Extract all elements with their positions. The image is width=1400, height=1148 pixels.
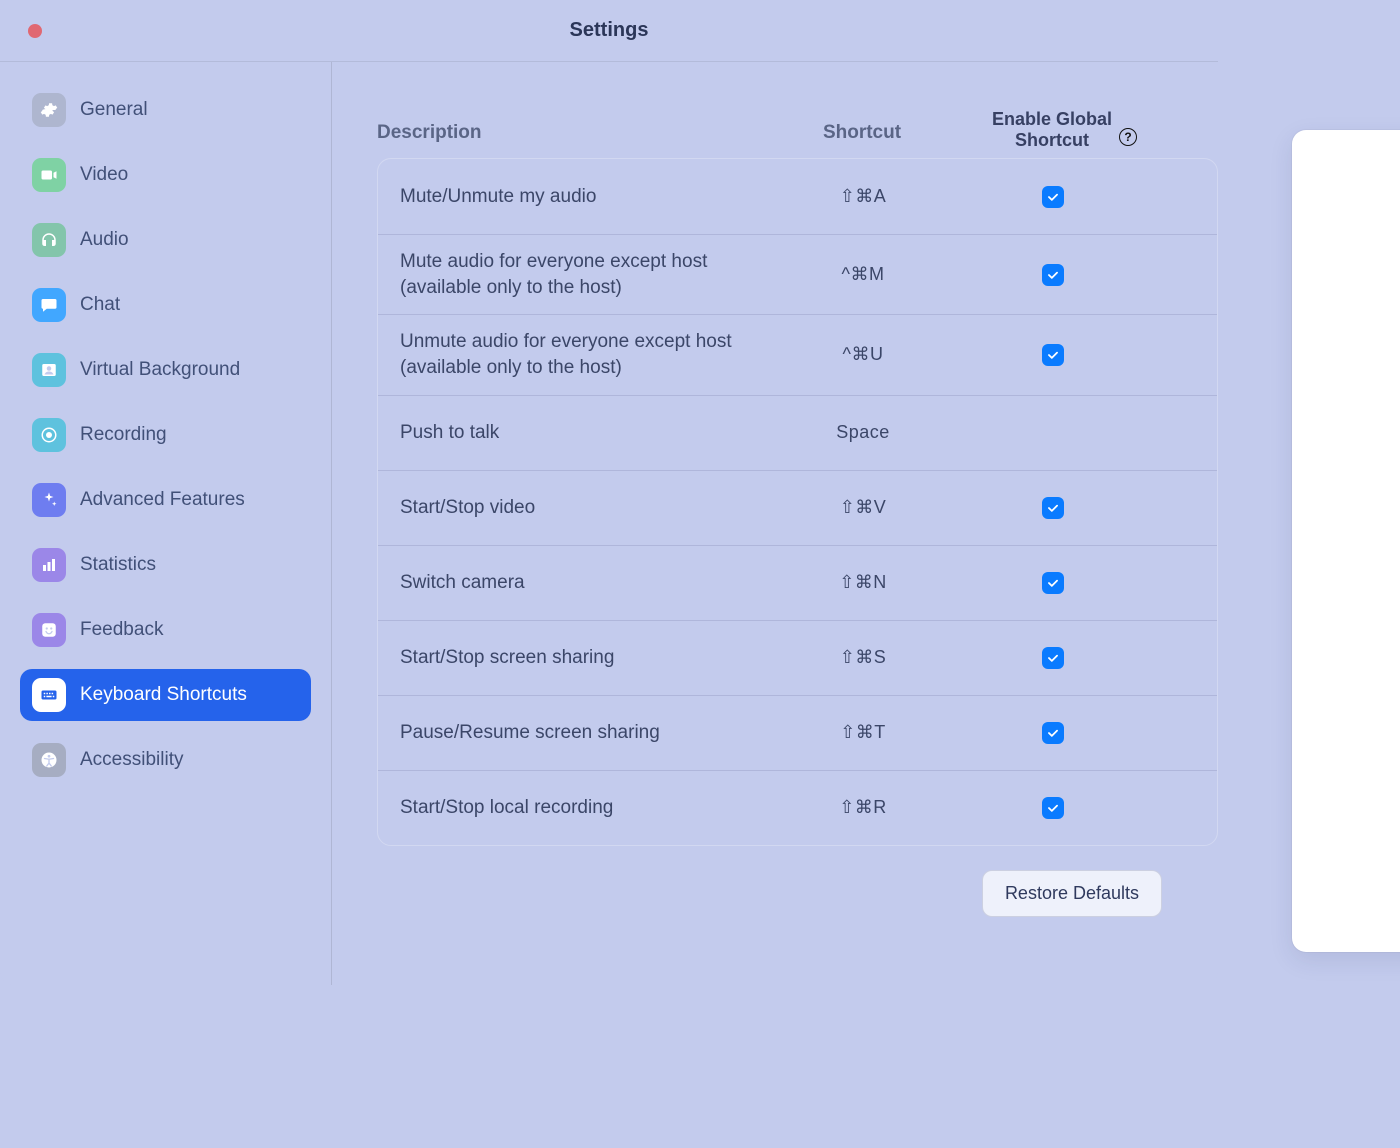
col-enable-global: Enable Global Shortcut ? [957,109,1147,158]
sidebar-item-statistics[interactable]: Statistics [20,539,311,591]
enable-global-checkbox[interactable] [1042,344,1064,366]
shortcut-row: Start/Stop screen sharing⇧⌘S [378,620,1217,695]
sidebar-item-label: Feedback [80,619,163,641]
shortcut-row: Start/Stop video⇧⌘V [378,470,1217,545]
window-title: Settings [570,19,649,42]
shortcut-row: Push to talkSpace [378,395,1217,470]
enable-global-checkbox[interactable] [1042,647,1064,669]
stats-icon [32,548,66,582]
shortcut-description: Start/Stop screen sharing [378,645,768,671]
table-header: Description Shortcut Enable Global Short… [377,84,1218,158]
sidebar-item-audio[interactable]: Audio [20,214,311,266]
shortcut-keys[interactable]: Space [768,422,958,443]
shortcut-description: Push to talk [378,420,768,446]
sidebar-item-feedback[interactable]: Feedback [20,604,311,656]
sidebar-item-label: Virtual Background [80,359,240,381]
settings-window: Settings General Video Audio Chat Virtual Ba… [0,0,1218,985]
sidebar-item-keyboard-shortcuts[interactable]: Keyboard Shortcuts [20,669,311,721]
sidebar-item-label: Recording [80,424,167,446]
record-icon [32,418,66,452]
sidebar-item-label: Advanced Features [80,489,245,511]
sidebar-item-label: Statistics [80,554,156,576]
shortcut-description: Unmute audio for everyone except host (a… [378,329,768,380]
enable-global-cell [958,797,1148,819]
person-bg-icon [32,353,66,387]
footer: Restore Defaults [332,846,1218,917]
window-controls [28,24,42,38]
headphones-icon [32,223,66,257]
col-shortcut: Shortcut [767,122,957,158]
shortcut-keys[interactable]: ⇧⌘T [768,722,958,743]
shortcut-description: Mute/Unmute my audio [378,184,768,210]
col-enable-line2: Shortcut [1015,130,1089,150]
col-enable-line1: Enable Global [992,109,1112,129]
settings-sidebar: General Video Audio Chat Virtual Background R… [0,62,332,985]
gear-icon [32,93,66,127]
enable-global-checkbox[interactable] [1042,722,1064,744]
enable-global-cell [958,264,1148,286]
shortcut-keys[interactable]: ⇧⌘V [768,497,958,518]
sidebar-item-recording[interactable]: Recording [20,409,311,461]
sidebar-item-chat[interactable]: Chat [20,279,311,331]
shortcut-row: Switch camera⇧⌘N [378,545,1217,620]
enable-global-cell [958,186,1148,208]
enable-global-cell [958,497,1148,519]
help-icon[interactable]: ? [1119,128,1137,146]
shortcut-description: Start/Stop local recording [378,795,768,821]
shortcut-description: Pause/Resume screen sharing [378,720,768,746]
close-window-button[interactable] [28,24,42,38]
sidebar-item-general[interactable]: General [20,84,311,136]
smile-icon [32,613,66,647]
shortcut-keys[interactable]: ⇧⌘S [768,647,958,668]
enable-global-cell [958,572,1148,594]
sidebar-item-advanced-features[interactable]: Advanced Features [20,474,311,526]
shortcut-keys[interactable]: ^⌘U [768,344,958,365]
shortcut-row: Start/Stop local recording⇧⌘R [378,770,1217,845]
shortcut-description: Switch camera [378,570,768,596]
sidebar-item-label: Accessibility [80,749,183,771]
enable-global-cell [958,344,1148,366]
enable-global-cell [958,647,1148,669]
sidebar-item-virtual-background[interactable]: Virtual Background [20,344,311,396]
shortcut-description: Start/Stop video [378,495,768,521]
shortcuts-table: Description Shortcut Enable Global Short… [377,62,1218,846]
sidebar-item-label: General [80,99,148,121]
enable-global-checkbox[interactable] [1042,186,1064,208]
sidebar-item-label: Audio [80,229,129,251]
enable-global-checkbox[interactable] [1042,497,1064,519]
enable-global-highlight [1292,130,1400,952]
restore-defaults-button[interactable]: Restore Defaults [982,870,1162,917]
enable-global-cell [958,722,1148,744]
shortcut-description: Mute audio for everyone except host (ava… [378,249,768,300]
keyboard-icon [32,678,66,712]
enable-global-checkbox[interactable] [1042,572,1064,594]
enable-global-checkbox[interactable] [1042,264,1064,286]
accessibility-icon [32,743,66,777]
window-body: General Video Audio Chat Virtual Background R… [0,62,1218,985]
settings-content: Description Shortcut Enable Global Short… [332,62,1218,985]
shortcut-keys[interactable]: ⇧⌘R [768,797,958,818]
table-rows: Mute/Unmute my audio⇧⌘A Mute audio for ev… [377,158,1218,846]
video-icon [32,158,66,192]
shortcut-keys[interactable]: ^⌘M [768,264,958,285]
shortcut-row: Mute/Unmute my audio⇧⌘A [378,159,1217,234]
titlebar: Settings [0,0,1218,62]
sidebar-item-video[interactable]: Video [20,149,311,201]
shortcut-row: Mute audio for everyone except host (ava… [378,234,1217,314]
shortcut-keys[interactable]: ⇧⌘A [768,186,958,207]
sidebar-item-label: Chat [80,294,120,316]
enable-global-checkbox[interactable] [1042,797,1064,819]
shortcut-row: Unmute audio for everyone except host (a… [378,314,1217,394]
sidebar-item-label: Keyboard Shortcuts [80,684,247,706]
shortcut-keys[interactable]: ⇧⌘N [768,572,958,593]
col-description: Description [377,122,767,158]
sparkle-icon [32,483,66,517]
chat-icon [32,288,66,322]
sidebar-item-accessibility[interactable]: Accessibility [20,734,311,786]
sidebar-item-label: Video [80,164,128,186]
shortcut-row: Pause/Resume screen sharing⇧⌘T [378,695,1217,770]
